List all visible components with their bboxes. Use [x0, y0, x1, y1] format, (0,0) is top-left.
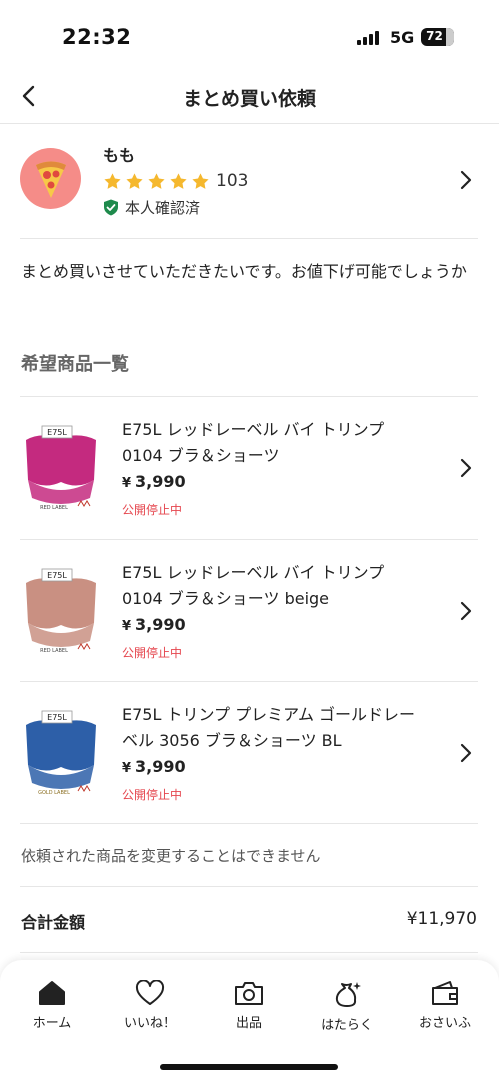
- page-title: まとめ買い依頼: [182, 88, 316, 110]
- tab-wallet[interactable]: おさいふ: [405, 980, 485, 1031]
- network-type: 5G: [390, 28, 415, 47]
- heart-icon: [135, 980, 165, 1005]
- item-title: E75L トリンプ プレミアム ゴールドレーベル 3056 ブラ＆ショーツ BL: [122, 705, 416, 750]
- svg-text:RED LABEL: RED LABEL: [40, 648, 68, 654]
- total-label: 合計金額: [21, 913, 86, 932]
- chevron-right-icon: [460, 170, 472, 190]
- status-time: 22:32: [62, 25, 132, 49]
- tab-label: ホーム: [32, 1016, 72, 1031]
- verified-label: 本人確認済: [125, 199, 201, 217]
- verified-badge: 本人確認済: [103, 197, 200, 218]
- chevron-right-icon: [460, 458, 472, 478]
- star-icon: [192, 172, 209, 189]
- star-icon: [148, 172, 165, 189]
- total-value: ¥11,970: [406, 909, 477, 929]
- svg-text:RED LABEL: RED LABEL: [40, 505, 68, 511]
- tab-label: はたらく: [321, 1018, 373, 1033]
- chevron-right-icon: [460, 743, 472, 763]
- tab-home[interactable]: ホーム: [12, 980, 92, 1031]
- product-thumbnail: E75L RED LABEL: [20, 420, 102, 514]
- star-icon: [170, 172, 187, 189]
- wallet-icon: [432, 981, 458, 1005]
- item-title: E75L レッドレーベル バイ トリンプ 0104 ブラ＆ショーツ: [122, 420, 385, 465]
- product-thumbnail: E75L GOLD LABEL: [20, 705, 102, 799]
- item-title: E75L レッドレーベル バイ トリンプ 0104 ブラ＆ショーツ beige: [122, 563, 385, 608]
- pizza-icon: [36, 161, 66, 198]
- tab-label: おさいふ: [418, 1016, 471, 1031]
- tab-likes[interactable]: いいね！: [110, 980, 190, 1031]
- item-status: 公開停止中: [122, 788, 183, 802]
- request-message: まとめ買いさせていただきたいです。お値下げ可能でしょうか: [21, 262, 467, 281]
- rating-count: 103: [216, 171, 249, 191]
- item-status: 公開停止中: [122, 503, 183, 517]
- battery-level: 72: [426, 29, 443, 43]
- change-note: 依頼された商品を変更することはできません: [21, 847, 321, 865]
- item-price: ¥3,990: [122, 757, 186, 776]
- svg-text:E75L: E75L: [47, 428, 67, 437]
- avatar: [20, 148, 81, 209]
- svg-text:GOLD LABEL: GOLD LABEL: [38, 790, 70, 796]
- camera-icon: [235, 982, 263, 1005]
- bottom-tab-bar: ホーム いいね！ 出品 はたらく おさいふ: [0, 960, 499, 1080]
- list-item[interactable]: E75L RED LABEL E75L レッドレーベル バイ トリンプ 0104…: [0, 397, 499, 539]
- item-price: ¥3,990: [122, 472, 186, 491]
- tab-label: 出品: [235, 1016, 262, 1031]
- item-price: ¥3,990: [122, 615, 186, 634]
- list-item[interactable]: E75L RED LABEL E75L レッドレーベル バイ トリンプ 0104…: [0, 540, 499, 682]
- battery-icon: 72: [421, 28, 454, 46]
- divider: [20, 238, 478, 239]
- user-name: もも: [103, 146, 136, 165]
- divider: [20, 823, 478, 824]
- home-icon: [39, 981, 65, 1005]
- section-title: 希望商品一覧: [21, 354, 129, 375]
- item-status: 公開停止中: [122, 646, 183, 660]
- star-icon: [126, 172, 143, 189]
- user-profile-row[interactable]: もも 103 本人確認済: [0, 125, 499, 237]
- divider: [20, 952, 478, 953]
- tab-label: いいね！: [123, 1016, 176, 1031]
- rating: 103: [103, 170, 248, 192]
- status-bar: 22:32 5G 72: [0, 0, 499, 76]
- shield-check-icon: [104, 199, 118, 216]
- money-bag-icon: [335, 982, 361, 1007]
- svg-text:E75L: E75L: [47, 571, 67, 580]
- tab-work[interactable]: はたらく: [307, 980, 387, 1033]
- tab-sell[interactable]: 出品: [209, 980, 289, 1031]
- home-indicator: [160, 1064, 338, 1070]
- svg-text:E75L: E75L: [47, 713, 67, 722]
- divider: [20, 886, 478, 887]
- list-item[interactable]: E75L GOLD LABEL E75L トリンプ プレミアム ゴールドレーベル…: [0, 682, 499, 824]
- header: まとめ買い依頼: [0, 76, 499, 124]
- product-thumbnail: E75L RED LABEL: [20, 563, 102, 657]
- signal-icon: [357, 31, 383, 45]
- chevron-right-icon: [460, 601, 472, 621]
- star-icon: [104, 172, 121, 189]
